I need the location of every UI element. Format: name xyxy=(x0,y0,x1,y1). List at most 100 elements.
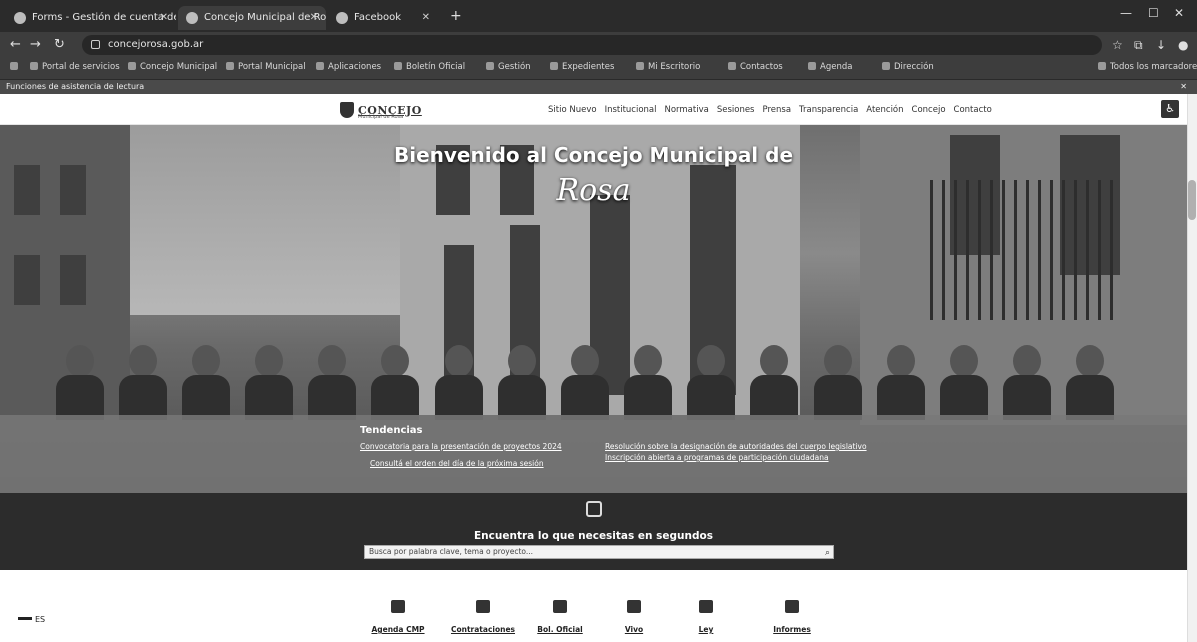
photo-person xyxy=(492,345,551,420)
new-tab-icon[interactable]: + xyxy=(450,8,462,24)
bookmark-item[interactable]: Gestión xyxy=(486,62,531,72)
reload-icon[interactable]: ↻ xyxy=(54,37,65,52)
bookmark-item[interactable]: Mi Escritorio xyxy=(636,62,700,72)
main-nav: Sitio Nuevo Institucional Normativa Sesi… xyxy=(548,105,992,115)
hero-group-photo xyxy=(50,330,1120,420)
close-icon[interactable]: ✕ xyxy=(422,6,430,30)
quick-link-contrataciones[interactable]: Contrataciones xyxy=(443,600,523,636)
minimize-icon[interactable]: — xyxy=(1120,6,1132,20)
close-window-icon[interactable]: ✕ xyxy=(1174,6,1184,20)
quick-link-label: Ley xyxy=(698,625,714,634)
browser-window: Forms - Gestión de cuenta de... ✕ Concej… xyxy=(0,0,1197,642)
search-icon[interactable]: ⌕ xyxy=(825,547,830,559)
address-text: concejorosa.gob.ar xyxy=(108,39,204,50)
trend-link[interactable]: Inscripción abierta a programas de parti… xyxy=(605,453,829,462)
close-icon[interactable]: ✕ xyxy=(160,6,168,30)
page-scrollbar[interactable] xyxy=(1187,94,1197,642)
other-bookmarks[interactable]: Todos los marcadores xyxy=(1098,62,1197,72)
flag-icon xyxy=(18,617,32,620)
photo-person xyxy=(682,345,741,420)
scrollbar-thumb[interactable] xyxy=(1188,180,1196,220)
infobar: Funciones de asistencia de lectura ✕ xyxy=(0,80,1197,94)
web-page: CONCEJO Municipal de Rosa Sitio Nuevo In… xyxy=(0,94,1187,642)
lock-icon xyxy=(91,40,100,49)
maximize-icon[interactable]: ☐ xyxy=(1148,6,1159,20)
site-header: CONCEJO Municipal de Rosa Sitio Nuevo In… xyxy=(0,94,1187,125)
nav-item[interactable]: Sitio Nuevo xyxy=(548,105,597,115)
nav-item[interactable]: Institucional xyxy=(605,105,657,115)
photo-person xyxy=(998,345,1057,420)
tab-facebook[interactable]: Facebook ✕ xyxy=(328,6,438,30)
photo-person xyxy=(745,345,804,420)
address-bar[interactable]: concejorosa.gob.ar xyxy=(82,35,1102,55)
infobar-close-icon[interactable]: ✕ xyxy=(1180,80,1187,94)
quick-link-label: Contrataciones xyxy=(450,625,516,634)
crest-icon xyxy=(340,102,354,118)
bookmarks-bar: Portal de servicios Concejo Municipal Po… xyxy=(0,58,1197,80)
search-section: Encuentra lo que necesitas en segundos B… xyxy=(0,493,1187,570)
forward-icon[interactable]: → xyxy=(30,37,41,52)
photo-person xyxy=(366,345,425,420)
tab-label: Concejo Municipal de Rosa xyxy=(204,12,326,23)
trends-title: Tendencias xyxy=(360,425,423,436)
infobar-text: Funciones de asistencia de lectura xyxy=(6,82,145,91)
extensions-icon[interactable]: ⧉ xyxy=(1134,38,1143,53)
accessibility-icon[interactable]: ♿ xyxy=(1161,100,1179,118)
trend-link[interactable]: Consultá el orden del día de la próxima … xyxy=(370,459,544,468)
quick-link-informes[interactable]: Informes xyxy=(752,600,832,636)
photo-person xyxy=(1061,345,1120,420)
nav-item[interactable]: Atención xyxy=(866,105,903,115)
profile-icon[interactable]: ● xyxy=(1178,38,1188,52)
quick-link-label: Bol. Oficial xyxy=(537,625,583,634)
tab-forms[interactable]: Forms - Gestión de cuenta de... ✕ xyxy=(6,6,176,30)
brand-subtitle: Municipal de Rosa xyxy=(358,114,404,120)
quick-link-vivo[interactable]: Vivo xyxy=(594,600,674,636)
bookmark-star-icon[interactable]: ☆ xyxy=(1112,38,1123,52)
bookmark-item[interactable]: Concejo Municipal xyxy=(128,62,217,72)
language-label: ES xyxy=(35,615,46,624)
photo-person xyxy=(429,345,488,420)
tab-label: Facebook xyxy=(354,12,401,23)
bookmark-item[interactable]: Boletín Oficial xyxy=(394,62,465,72)
nav-item[interactable]: Contacto xyxy=(954,105,992,115)
apps-icon[interactable] xyxy=(10,62,22,72)
facebook-favicon-icon xyxy=(336,12,348,24)
tab-concejo[interactable]: Concejo Municipal de Rosa ✕ xyxy=(178,6,326,30)
download-icon[interactable]: ↓ xyxy=(1156,38,1166,52)
search-input[interactable]: Busca por palabra clave, tema o proyecto… xyxy=(364,545,834,559)
forms-favicon-icon xyxy=(14,12,26,24)
quick-link-label: Informes xyxy=(773,625,811,634)
photo-person xyxy=(176,345,235,420)
nav-item[interactable]: Concejo xyxy=(912,105,946,115)
bookmark-item[interactable]: Portal Municipal xyxy=(226,62,306,72)
photo-person xyxy=(240,345,299,420)
trend-link[interactable]: Resolución sobre la designación de autor… xyxy=(605,442,867,451)
nav-item[interactable]: Transparencia xyxy=(799,105,858,115)
photo-person xyxy=(619,345,678,420)
report-icon xyxy=(785,600,799,613)
bookmark-item[interactable]: Contactos xyxy=(728,62,783,72)
quick-link-boletin[interactable]: Bol. Oficial xyxy=(520,600,600,636)
nav-item[interactable]: Normativa xyxy=(665,105,709,115)
site-logo[interactable]: CONCEJO Municipal de Rosa xyxy=(340,100,422,120)
search-placeholder: Busca por palabra clave, tema o proyecto… xyxy=(369,547,534,556)
back-icon[interactable]: ← xyxy=(10,37,21,52)
photo-person xyxy=(113,345,172,420)
document-search-icon xyxy=(586,501,602,517)
photo-person xyxy=(555,345,614,420)
nav-item[interactable]: Sesiones xyxy=(717,105,755,115)
bookmark-item[interactable]: Agenda xyxy=(808,62,852,72)
bookmark-item[interactable]: Expedientes xyxy=(550,62,614,72)
tab-strip: Forms - Gestión de cuenta de... ✕ Concej… xyxy=(0,0,1197,32)
bookmark-item[interactable]: Aplicaciones xyxy=(316,62,381,72)
bookmark-item[interactable]: Dirección xyxy=(882,62,934,72)
close-icon[interactable]: ✕ xyxy=(310,6,318,30)
quick-link-agenda[interactable]: Agenda CMP xyxy=(358,600,438,636)
quick-link-ley[interactable]: Ley xyxy=(666,600,746,636)
concejo-favicon-icon xyxy=(186,12,198,24)
trend-link[interactable]: Convocatoria para la presentación de pro… xyxy=(360,442,562,451)
bookmark-item[interactable]: Portal de servicios xyxy=(30,62,120,72)
nav-item[interactable]: Prensa xyxy=(763,105,792,115)
photo-person xyxy=(303,345,362,420)
language-selector[interactable]: ES xyxy=(18,615,45,624)
